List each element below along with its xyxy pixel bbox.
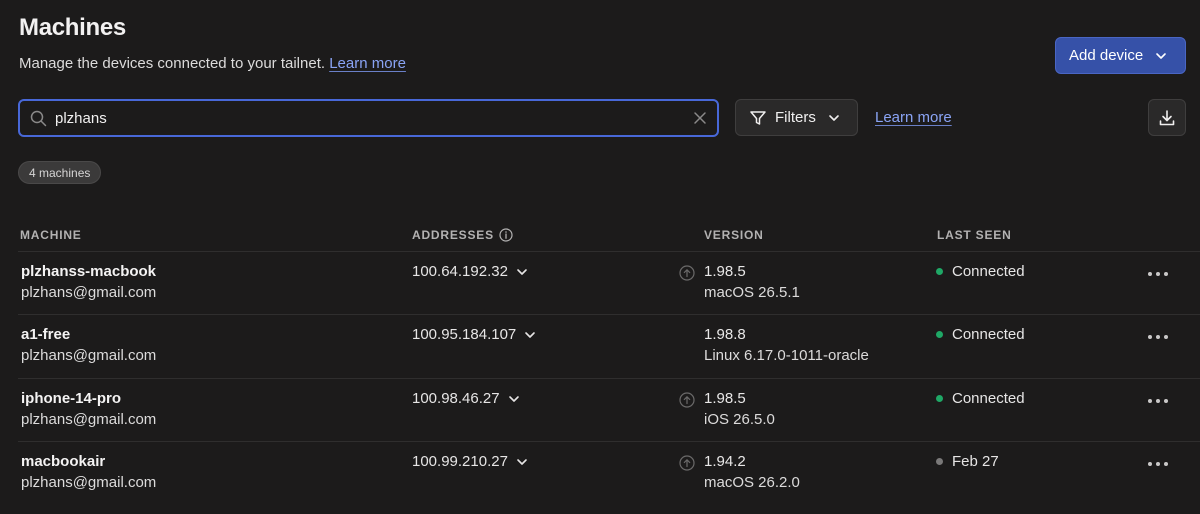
- column-header-addresses[interactable]: ADDRESSES: [412, 228, 513, 242]
- search-input[interactable]: [55, 109, 675, 127]
- machine-name[interactable]: macbookair: [21, 451, 156, 472]
- machine-owner: plzhans@gmail.com: [21, 284, 157, 301]
- add-device-button[interactable]: Add device: [1055, 37, 1186, 74]
- machine-address: 100.99.210.27: [412, 453, 508, 470]
- chevron-down-icon: [525, 331, 536, 338]
- machine-cell: plzhanss-macbook plzhans@gmail.com: [21, 261, 156, 303]
- chevron-down-icon: [517, 268, 527, 275]
- machine-cell: a1-free plzhans@gmail.com: [21, 324, 156, 366]
- update-available-icon: [679, 265, 695, 281]
- machine-name[interactable]: a1-free: [21, 324, 156, 345]
- last-seen-status: Connected: [952, 263, 1025, 280]
- last-seen-cell: Connected: [936, 388, 1025, 409]
- machine-owner: plzhans@gmail.com: [21, 474, 157, 491]
- column-header-last-seen[interactable]: LAST SEEN: [937, 228, 1012, 242]
- page-title: Machines: [19, 14, 126, 41]
- machine-version: 1.98.5: [704, 390, 746, 407]
- column-header-addresses-label: ADDRESSES: [412, 228, 494, 242]
- info-icon[interactable]: [499, 228, 513, 242]
- page-subtitle: Manage the devices connected to your tai…: [19, 55, 406, 72]
- update-available-icon: [679, 392, 695, 408]
- status-dot: [936, 458, 943, 465]
- machine-os: macOS 26.2.0: [704, 474, 800, 491]
- download-icon: [1159, 109, 1175, 125]
- machine-address: 100.64.192.32: [412, 263, 508, 280]
- filters-label: Filters: [775, 109, 816, 126]
- status-dot: [936, 331, 943, 338]
- column-header-version[interactable]: VERSION: [704, 228, 764, 242]
- table-row[interactable]: plzhanss-macbook plzhans@gmail.com 100.6…: [0, 252, 1200, 315]
- chevron-down-icon: [508, 395, 519, 402]
- table-row[interactable]: iphone-14-pro plzhans@gmail.com 100.98.4…: [0, 379, 1200, 442]
- status-dot: [936, 268, 943, 275]
- filters-button[interactable]: Filters: [735, 99, 858, 136]
- export-button[interactable]: [1148, 99, 1186, 136]
- machine-os: iOS 26.5.0: [704, 411, 775, 428]
- last-seen-cell: Feb 27: [936, 451, 999, 472]
- address-dropdown[interactable]: 100.99.210.27: [412, 451, 528, 472]
- address-dropdown[interactable]: 100.98.46.27: [412, 388, 520, 409]
- version-cell: 1.98.5 iOS 26.5.0: [704, 388, 775, 430]
- column-header-machine-label: MACHINE: [20, 228, 82, 242]
- more-options-icon[interactable]: [1146, 264, 1170, 284]
- more-options-icon[interactable]: [1146, 327, 1170, 347]
- last-seen-status: Connected: [952, 326, 1025, 343]
- clear-search-icon[interactable]: [693, 111, 707, 125]
- version-cell: 1.94.2 macOS 26.2.0: [704, 451, 800, 493]
- filters-learn-more-link[interactable]: Learn more: [875, 109, 952, 126]
- machine-version: 1.94.2: [704, 453, 746, 470]
- machine-name[interactable]: plzhanss-macbook: [21, 261, 156, 282]
- more-options-icon[interactable]: [1146, 454, 1170, 474]
- subtitle-text: Manage the devices connected to your tai…: [19, 55, 326, 72]
- last-seen-status: Feb 27: [952, 453, 999, 470]
- last-seen-cell: Connected: [936, 324, 1025, 345]
- version-cell: 1.98.8 Linux 6.17.0-1011-oracle: [704, 324, 869, 366]
- column-header-machine[interactable]: MACHINE: [20, 228, 82, 242]
- machine-version: 1.98.8: [704, 326, 746, 343]
- machine-os: macOS 26.5.1: [704, 284, 800, 301]
- machine-count-badge: 4 machines: [18, 161, 102, 184]
- chevron-down-icon: [517, 458, 527, 465]
- learn-more-link[interactable]: Learn more: [329, 55, 406, 72]
- filter-icon: [750, 110, 766, 125]
- status-dot: [936, 395, 943, 402]
- machine-owner: plzhans@gmail.com: [21, 347, 157, 364]
- last-seen-cell: Connected: [936, 261, 1025, 282]
- column-header-version-label: VERSION: [704, 228, 764, 242]
- chevron-down-icon: [829, 114, 839, 121]
- machine-version: 1.98.5: [704, 263, 746, 280]
- column-header-last-seen-label: LAST SEEN: [937, 228, 1012, 242]
- table-row[interactable]: a1-free plzhans@gmail.com 100.95.184.107…: [0, 315, 1200, 378]
- search-icon: [30, 110, 47, 126]
- last-seen-status: Connected: [952, 390, 1025, 407]
- update-available-icon: [679, 455, 695, 471]
- version-cell: 1.98.5 macOS 26.5.1: [704, 261, 800, 303]
- search-box: [18, 99, 719, 137]
- machine-owner: plzhans@gmail.com: [21, 411, 157, 428]
- machine-cell: iphone-14-pro plzhans@gmail.com: [21, 388, 156, 430]
- machine-os: Linux 6.17.0-1011-oracle: [704, 347, 869, 364]
- machine-cell: macbookair plzhans@gmail.com: [21, 451, 156, 493]
- add-device-label: Add device: [1069, 47, 1144, 64]
- machine-address: 100.98.46.27: [412, 390, 500, 407]
- machine-name[interactable]: iphone-14-pro: [21, 388, 156, 409]
- address-dropdown[interactable]: 100.95.184.107: [412, 324, 536, 345]
- machine-address: 100.95.184.107: [412, 326, 517, 343]
- more-options-icon[interactable]: [1146, 391, 1170, 411]
- chevron-down-icon: [1156, 52, 1167, 59]
- address-dropdown[interactable]: 100.64.192.32: [412, 261, 528, 282]
- table-row[interactable]: macbookair plzhans@gmail.com 100.99.210.…: [0, 442, 1200, 505]
